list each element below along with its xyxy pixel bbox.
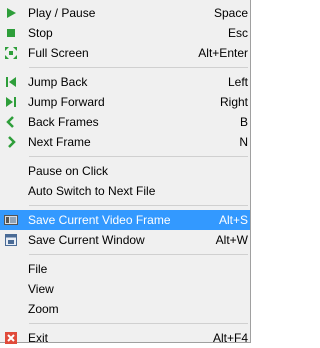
menu-item-save-window[interactable]: Save Current Window Alt+W — [0, 230, 250, 250]
chevron-left-icon — [0, 112, 22, 132]
menu-item-shortcut: Esc — [227, 26, 248, 40]
context-menu: Play / Pause Space Stop Esc Full Screen … — [0, 0, 251, 345]
menu-item-label: View — [28, 282, 54, 296]
menu-item-label: File — [28, 262, 48, 276]
menu-item-back-frames[interactable]: Back Frames B — [0, 112, 250, 132]
menu-item-label: Play / Pause — [28, 6, 96, 20]
film-frame-icon — [0, 210, 22, 230]
menu-item-pause-on-click[interactable]: Pause on Click — [0, 161, 250, 181]
menu-item-label: Jump Back — [28, 75, 88, 89]
menu-item-auto-switch[interactable]: Auto Switch to Next File — [0, 181, 250, 201]
menu-item-next-frame[interactable]: Next Frame N — [0, 132, 250, 152]
menu-item-shortcut: N — [239, 135, 248, 149]
menu-item-jump-forward[interactable]: Jump Forward Right — [0, 92, 250, 112]
menu-separator — [29, 156, 248, 157]
menu-item-label: Exit — [28, 331, 49, 345]
menu-item-label: Jump Forward — [28, 95, 105, 109]
menu-item-shortcut: Left — [227, 75, 248, 89]
menu-item-label: Auto Switch to Next File — [28, 184, 156, 198]
menu-separator — [29, 254, 248, 255]
menu-item-label: Full Screen — [28, 46, 89, 60]
chevron-right-icon — [0, 132, 22, 152]
menu-item-full-screen[interactable]: Full Screen Alt+Enter — [0, 43, 250, 63]
menu-separator — [29, 323, 248, 324]
play-icon — [0, 3, 22, 23]
menu-item-shortcut: Space — [213, 6, 248, 20]
menu-item-play-pause[interactable]: Play / Pause Space — [0, 3, 250, 23]
menu-item-label: Save Current Window — [28, 233, 145, 247]
menu-item-label: Stop — [28, 26, 53, 40]
stop-icon — [0, 23, 22, 43]
menu-item-label: Pause on Click — [28, 164, 109, 178]
exit-icon — [0, 328, 22, 348]
menu-item-shortcut: Alt+S — [218, 213, 248, 227]
menu-item-zoom[interactable]: Zoom — [0, 299, 250, 319]
menu-item-shortcut: Alt+Enter — [198, 46, 248, 60]
menu-item-shortcut: Alt+F4 — [212, 331, 248, 345]
menu-item-label: Next Frame — [28, 135, 91, 149]
jump-back-icon — [0, 72, 22, 92]
menu-item-save-video-frame[interactable]: Save Current Video Frame Alt+S — [0, 210, 250, 230]
menu-item-view[interactable]: View — [0, 279, 250, 299]
menu-item-shortcut: Alt+W — [215, 233, 248, 247]
jump-forward-icon — [0, 92, 22, 112]
menu-item-stop[interactable]: Stop Esc — [0, 23, 250, 43]
menu-separator — [29, 67, 248, 68]
menu-item-label: Save Current Video Frame — [28, 213, 171, 227]
menu-item-shortcut: B — [239, 115, 248, 129]
menu-item-label: Back Frames — [28, 115, 99, 129]
menu-item-label: Zoom — [28, 302, 59, 316]
menu-item-jump-back[interactable]: Jump Back Left — [0, 72, 250, 92]
save-window-icon — [0, 230, 22, 250]
menu-item-exit[interactable]: Exit Alt+F4 — [0, 328, 250, 348]
fullscreen-icon — [0, 43, 22, 63]
menu-separator — [29, 205, 248, 206]
menu-item-shortcut: Right — [219, 95, 248, 109]
menu-item-file[interactable]: File — [0, 259, 250, 279]
